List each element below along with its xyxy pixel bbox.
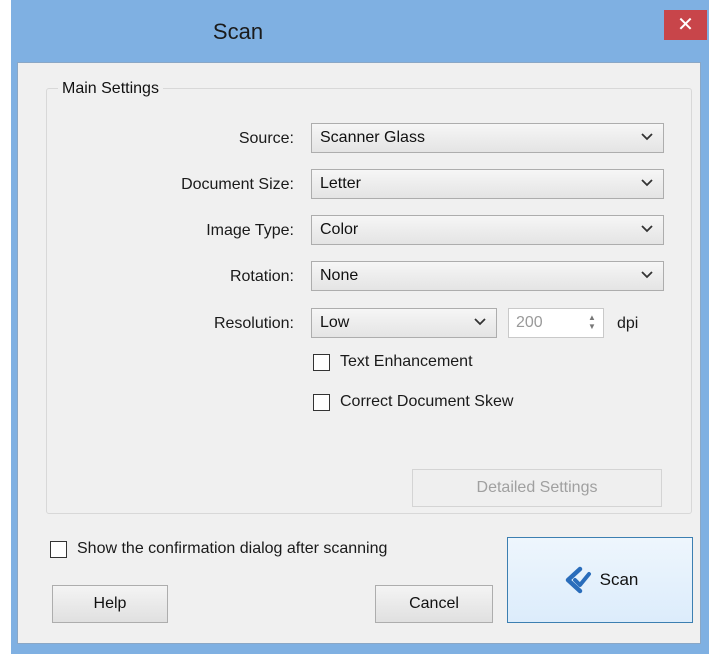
cancel-button[interactable]: Cancel bbox=[375, 585, 493, 623]
window-title: Scan bbox=[212, 19, 264, 44]
chevron-down-icon bbox=[641, 133, 653, 141]
resolution-dropdown[interactable]: Low bbox=[311, 308, 497, 338]
text-enhancement-checkbox[interactable] bbox=[313, 353, 330, 371]
scan-button-label: Scan bbox=[599, 570, 639, 589]
rotation-label: Rotation: bbox=[229, 268, 294, 285]
image-type-dropdown[interactable]: Color bbox=[311, 215, 664, 245]
image-type-label: Image Type: bbox=[206, 222, 294, 239]
chevron-down-icon bbox=[641, 271, 653, 279]
confirmation-dialog-label: Show the confirmation dialog after scann… bbox=[77, 540, 388, 557]
chevron-down-icon bbox=[641, 179, 653, 187]
text-enhancement-option[interactable]: Text Enhancement bbox=[313, 353, 473, 371]
confirmation-dialog-option[interactable]: Show the confirmation dialog after scann… bbox=[50, 540, 387, 558]
confirmation-dialog-checkbox[interactable] bbox=[50, 540, 67, 558]
source-label: Source: bbox=[238, 130, 294, 147]
resolution-label: Resolution: bbox=[213, 315, 294, 332]
text-enhancement-label: Text Enhancement bbox=[340, 353, 473, 370]
main-settings-legend: Main Settings bbox=[58, 80, 163, 98]
dpi-value: 200 bbox=[516, 314, 543, 331]
chevron-down-icon bbox=[641, 225, 653, 233]
epson-scan-icon bbox=[565, 566, 591, 594]
spin-arrows-icon[interactable]: ▲ ▼ bbox=[585, 313, 599, 333]
close-icon: ✕ bbox=[677, 14, 694, 36]
dpi-unit-label: dpi bbox=[617, 315, 639, 332]
scan-button[interactable]: Scan bbox=[507, 537, 693, 623]
detailed-settings-button[interactable]: Detailed Settings bbox=[412, 469, 662, 507]
correct-document-skew-option[interactable]: Correct Document Skew bbox=[313, 393, 513, 411]
document-size-dropdown[interactable]: Letter bbox=[311, 169, 664, 199]
document-size-label: Document Size: bbox=[181, 176, 294, 193]
dialog-client-area: Main Settings Source: Scanner Glass Docu… bbox=[17, 62, 701, 644]
source-value: Scanner Glass bbox=[320, 129, 425, 146]
correct-document-skew-checkbox[interactable] bbox=[313, 393, 330, 411]
close-button[interactable]: ✕ bbox=[664, 10, 707, 40]
image-type-value: Color bbox=[320, 221, 359, 238]
rotation-value: None bbox=[320, 267, 359, 284]
dpi-spinbox[interactable]: 200 ▲ ▼ bbox=[508, 308, 604, 338]
source-dropdown[interactable]: Scanner Glass bbox=[311, 123, 664, 153]
resolution-value: Low bbox=[320, 314, 350, 331]
title-bar[interactable]: Scan ✕ bbox=[11, 0, 709, 62]
scan-dialog: Scan ✕ Main Settings Source: Scanner Gla… bbox=[11, 0, 709, 654]
document-size-value: Letter bbox=[320, 175, 361, 192]
rotation-dropdown[interactable]: None bbox=[311, 261, 664, 291]
help-button[interactable]: Help bbox=[52, 585, 168, 623]
correct-document-skew-label: Correct Document Skew bbox=[340, 393, 514, 410]
chevron-down-icon bbox=[474, 318, 486, 326]
